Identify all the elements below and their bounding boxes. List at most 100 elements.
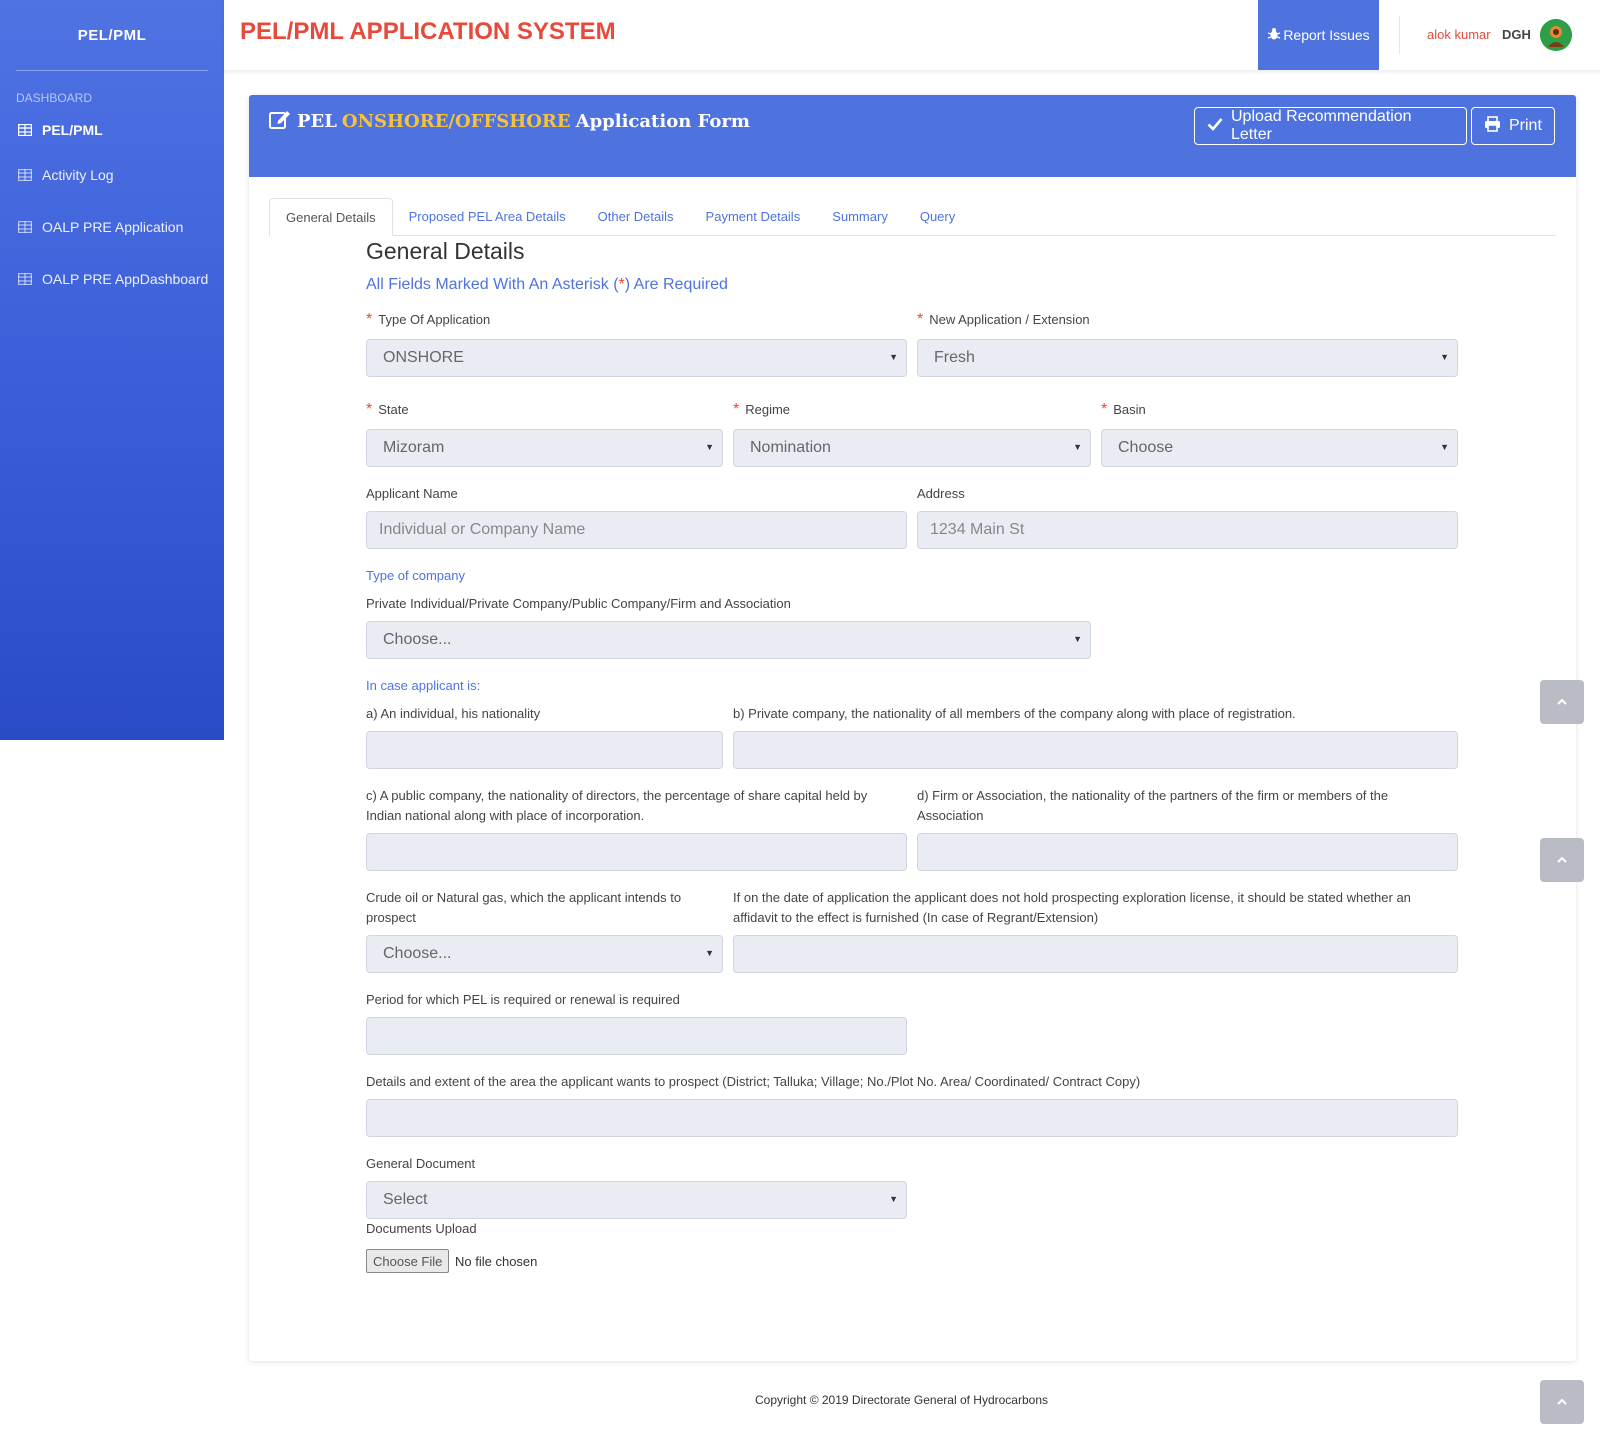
upload-recommendation-button[interactable]: Upload Recommendation Letter [1194,107,1467,145]
caret-down-icon: ▼ [889,1194,898,1204]
crude-gas-select[interactable]: Choose... ▼ [366,935,723,973]
bug-icon [1267,27,1283,44]
table-icon [18,124,32,136]
label-text: New Application / Extension [929,312,1090,327]
period-label: Period for which PEL is required or rene… [366,992,680,1007]
select-value: Choose... [383,631,452,648]
edit-icon [269,109,297,134]
required-asterisk: * [366,311,373,328]
select-value: ONSHORE [383,349,464,366]
applicant-name-input[interactable]: Individual or Company Name [366,511,907,549]
required-asterisk: * [917,311,924,328]
app-title: PEL/PML APPLICATION SYSTEM [240,18,616,45]
individual-nationality-input[interactable] [366,731,723,769]
affidavit-label: If on the date of application the applic… [733,890,1411,925]
tab-proposed-pel-area-details[interactable]: Proposed PEL Area Details [393,198,582,235]
required-asterisk: * [733,401,740,418]
company-type-select[interactable]: Choose... ▼ [366,621,1091,659]
private-company-label: b) Private company, the nationality of a… [733,706,1296,721]
address-label: Address [917,486,965,501]
tab-summary[interactable]: Summary [816,198,904,235]
area-details-input[interactable] [366,1099,1458,1137]
form-title-suffix: Application Form [575,111,750,132]
upload-recommendation-label: Upload Recommendation Letter [1231,108,1412,143]
section-heading: General Details [366,238,525,264]
print-button[interactable]: Print [1471,107,1555,145]
state-label: * State [366,400,409,420]
regime-select[interactable]: Nomination ▼ [733,429,1091,467]
form-title-prefix: PEL [297,111,337,132]
report-issues-button[interactable]: Report Issues [1258,0,1379,70]
tab-general-details[interactable]: General Details [269,198,393,236]
tab-query[interactable]: Query [904,198,971,235]
private-company-input[interactable] [733,731,1458,769]
form-header: PEL ONSHORE/OFFSHORE Application Form Up… [249,95,1576,177]
in-case-heading: In case applicant is: [366,678,481,693]
user-org[interactable]: DGH [1502,27,1531,42]
sidebar-item-label: PEL/PML [42,122,103,138]
affidavit-input[interactable] [733,935,1458,973]
sidebar-item-label: Activity Log [42,167,114,183]
required-note: All Fields Marked With An Asterisk (*) A… [366,276,728,294]
tab-payment-details[interactable]: Payment Details [690,198,817,235]
tab-other-details[interactable]: Other Details [582,198,690,235]
required-note-text-end: ) Are Required [624,276,728,293]
type-of-application-select[interactable]: ONSHORE ▼ [366,339,907,377]
basin-label: * Basin [1101,400,1146,420]
state-select[interactable]: Mizoram ▼ [366,429,723,467]
scroll-top-button[interactable] [1540,838,1584,882]
caret-down-icon: ▼ [1073,634,1082,644]
table-icon [18,169,32,181]
chevron-up-icon [1557,693,1567,711]
avatar[interactable] [1540,19,1572,51]
scroll-top-button[interactable] [1540,1380,1584,1424]
check-icon [1207,117,1231,136]
basin-select[interactable]: Choose ▼ [1101,429,1458,467]
sidebar-item-oalp-pre-appdashboard[interactable]: OALP PRE AppDashboard [0,253,224,305]
table-icon [18,221,32,233]
crude-gas-label: Crude oil or Natural gas, which the appl… [366,890,682,925]
sidebar-item-pel-pml[interactable]: PEL/PML [0,111,224,149]
topbar-divider [1399,16,1400,54]
general-document-select[interactable]: Select ▼ [366,1181,907,1219]
required-asterisk: * [1101,401,1108,418]
topbar: PEL/PML APPLICATION SYSTEM Report Issues… [224,0,1600,70]
scroll-top-button[interactable] [1540,680,1584,724]
print-label: Print [1509,117,1542,134]
new-extension-select[interactable]: Fresh ▼ [917,339,1458,377]
caret-down-icon: ▼ [705,442,714,452]
sidebar-item-oalp-pre-application[interactable]: OALP PRE Application [0,201,224,253]
documents-upload-label: Documents Upload [366,1221,477,1236]
firm-association-label: d) Firm or Association, the nationality … [917,788,1389,823]
user-name[interactable]: alok kumar [1427,27,1491,42]
table-icon [18,273,32,285]
individual-nationality-label: a) An individual, his nationality [366,706,541,721]
caret-down-icon: ▼ [889,352,898,362]
general-document-label: General Document [366,1156,476,1171]
sidebar-section-heading: DASHBOARD [16,91,93,105]
label-text: Basin [1113,402,1146,417]
firm-association-input[interactable] [917,833,1458,871]
sidebar-brand[interactable]: PEL/PML [0,0,224,70]
label-text: Type Of Application [378,312,491,327]
label-text: State [378,402,409,417]
public-company-input[interactable] [366,833,907,871]
chevron-up-icon [1557,851,1567,869]
new-extension-label: * New Application / Extension [917,310,1090,330]
file-status: No file chosen [455,1254,538,1269]
applicant-name-label: Applicant Name [366,486,458,501]
required-asterisk: * [366,401,373,418]
caret-down-icon: ▼ [705,948,714,958]
type-of-company-heading: Type of company [366,568,465,583]
input-placeholder: Individual or Company Name [379,521,586,538]
period-input[interactable] [366,1017,907,1055]
input-placeholder: 1234 Main St [930,521,1025,538]
footer-copyright: Copyright © 2019 Directorate General of … [755,1393,1048,1407]
sidebar-item-activity-log[interactable]: Activity Log [0,149,224,201]
print-icon [1484,115,1509,137]
required-note-text: All Fields Marked With An Asterisk ( [366,276,619,293]
choose-file-button[interactable]: Choose File [366,1249,450,1273]
caret-down-icon: ▼ [1440,442,1449,452]
select-value: Choose [1118,439,1174,456]
address-input[interactable]: 1234 Main St [917,511,1458,549]
